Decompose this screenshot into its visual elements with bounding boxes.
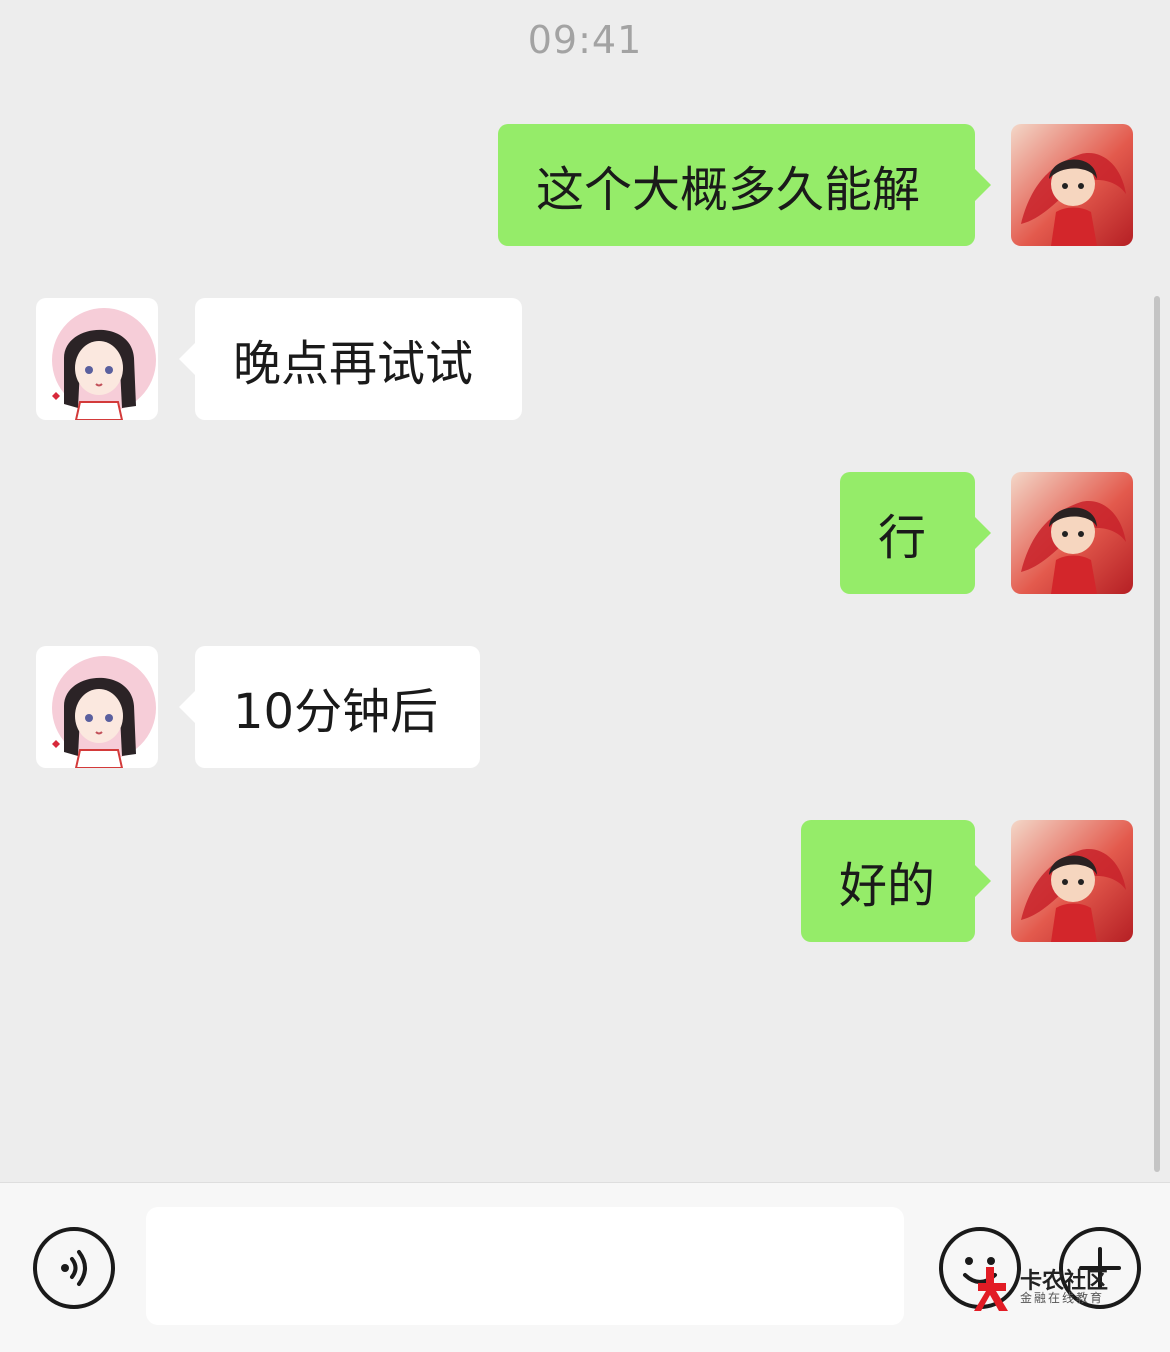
message-text: 好的 xyxy=(839,858,936,914)
contact-message-bubble[interactable]: 10分钟后 xyxy=(179,646,480,768)
contact-avatar[interactable] xyxy=(36,298,158,420)
my-message-bubble[interactable]: 这个大概多久能解 xyxy=(498,124,991,246)
voice-button[interactable] xyxy=(33,1227,115,1309)
message-text: 这个大概多久能解 xyxy=(536,162,921,218)
message-row: 好的 xyxy=(0,820,1170,942)
watermark-logo-icon xyxy=(974,1267,1008,1311)
message-text: 10分钟后 xyxy=(233,684,439,740)
my-avatar[interactable] xyxy=(1011,472,1133,594)
message-text: 行 xyxy=(878,510,927,566)
message-input[interactable] xyxy=(146,1207,904,1325)
watermark: 卡农社区 金融在线教育 xyxy=(972,1261,1122,1317)
scrollbar[interactable] xyxy=(1154,296,1160,1172)
contact-avatar[interactable] xyxy=(36,646,158,768)
message-row: 10分钟后 xyxy=(0,646,1170,768)
contact-message-bubble[interactable]: 晚点再试试 xyxy=(179,298,522,420)
my-avatar[interactable] xyxy=(1011,124,1133,246)
message-row: 行 xyxy=(0,472,1170,594)
message-text: 晚点再试试 xyxy=(233,336,474,392)
my-message-bubble[interactable]: 好的 xyxy=(801,820,991,942)
input-bar: 卡农社区 金融在线教育 xyxy=(0,1182,1170,1352)
watermark-subtitle: 金融在线教育 xyxy=(1020,1291,1105,1305)
message-row: 这个大概多久能解 xyxy=(0,124,1170,246)
my-avatar[interactable] xyxy=(1011,820,1133,942)
message-row: 晚点再试试 xyxy=(0,298,1170,420)
voice-icon xyxy=(61,1250,87,1286)
message-timestamp: 09:41 xyxy=(527,18,643,62)
my-message-bubble[interactable]: 行 xyxy=(840,472,991,594)
